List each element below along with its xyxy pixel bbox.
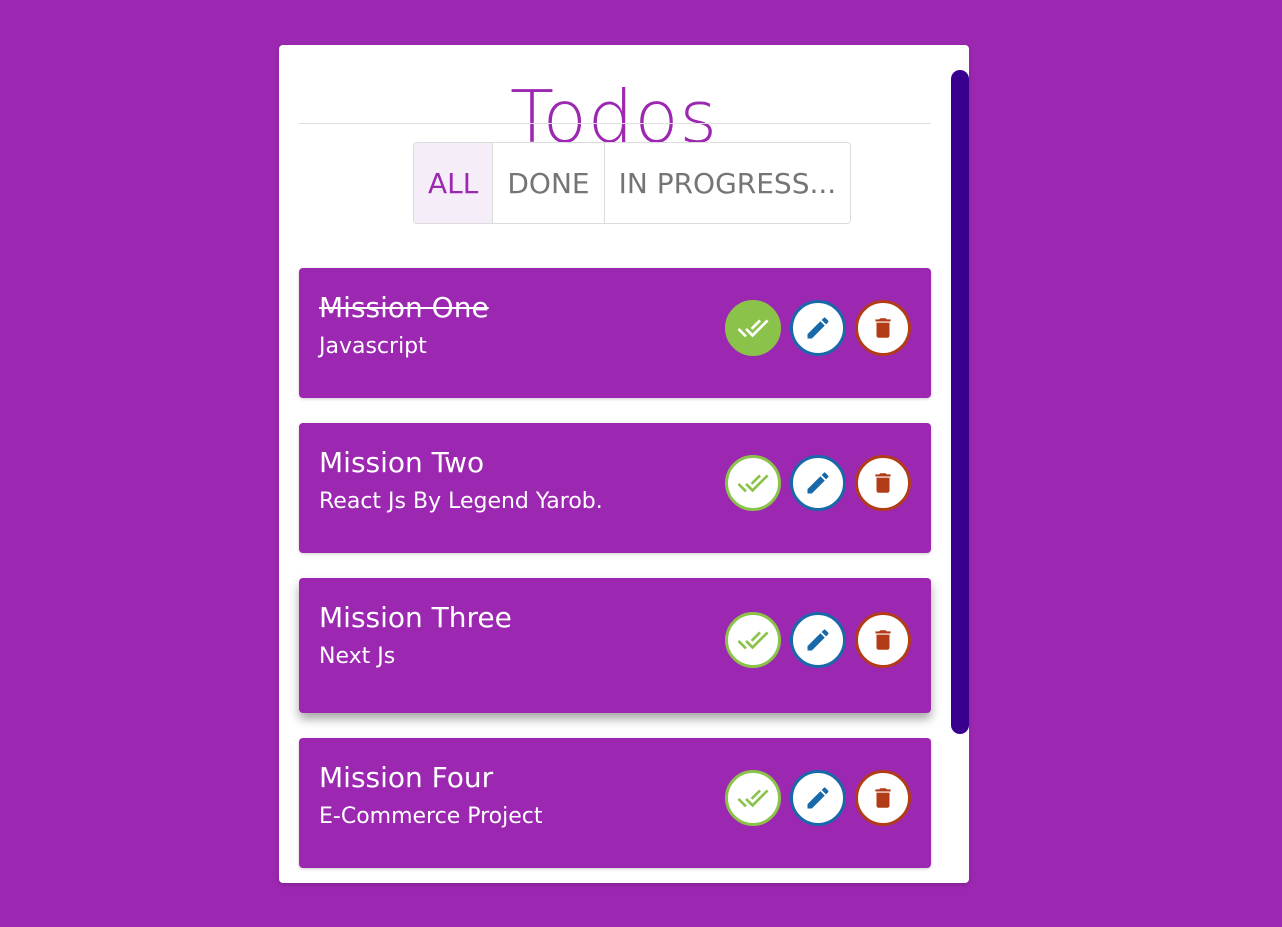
todo-title: Mission Four xyxy=(319,761,494,794)
todo-item: Mission Four E-Commerce Project xyxy=(299,738,931,868)
pencil-icon xyxy=(807,787,829,809)
edit-button[interactable] xyxy=(790,455,846,511)
todo-actions xyxy=(725,770,911,826)
delete-button[interactable] xyxy=(855,455,911,511)
done-all-icon xyxy=(737,631,769,650)
todo-actions xyxy=(725,612,911,668)
trash-icon xyxy=(875,318,891,338)
complete-button[interactable] xyxy=(725,455,781,511)
todo-title: Mission One xyxy=(319,291,489,324)
todo-actions xyxy=(725,455,911,511)
trash-icon xyxy=(875,788,891,808)
trash-icon xyxy=(875,630,891,650)
edit-button[interactable] xyxy=(790,300,846,356)
delete-button[interactable] xyxy=(855,300,911,356)
pencil-icon xyxy=(807,317,829,339)
todo-item: Mission One Javascript xyxy=(299,268,931,398)
todo-actions xyxy=(725,300,911,356)
filter-all-button[interactable]: ALL xyxy=(414,143,494,223)
done-all-icon xyxy=(737,474,769,493)
filter-in-progress-button[interactable]: IN PROGRESS... xyxy=(604,143,851,223)
edit-button[interactable] xyxy=(790,612,846,668)
filter-toggle-group: ALL DONE IN PROGRESS... xyxy=(413,142,852,224)
todo-title: Mission Two xyxy=(319,446,485,479)
todo-description: React Js By Legend Yarob. xyxy=(319,489,603,514)
pencil-icon xyxy=(807,629,829,651)
todo-description: E-Commerce Project xyxy=(319,804,543,829)
edit-button[interactable] xyxy=(790,770,846,826)
complete-button[interactable] xyxy=(725,300,781,356)
todo-card: Todos ALL DONE IN PROGRESS... Mission On… xyxy=(279,45,969,883)
todo-title: Mission Three xyxy=(319,601,512,634)
delete-button[interactable] xyxy=(855,770,911,826)
todo-item: Mission Three Next Js xyxy=(299,578,931,713)
todo-description: Javascript xyxy=(319,334,427,359)
scrollbar-thumb[interactable] xyxy=(951,70,969,734)
todo-description: Next Js xyxy=(319,644,396,669)
title-divider xyxy=(299,123,931,124)
delete-button[interactable] xyxy=(855,612,911,668)
todo-item: Mission Two React Js By Legend Yarob. xyxy=(299,423,931,553)
done-all-icon xyxy=(737,319,769,338)
complete-button[interactable] xyxy=(725,612,781,668)
trash-icon xyxy=(875,473,891,493)
filter-done-button[interactable]: DONE xyxy=(493,143,605,223)
complete-button[interactable] xyxy=(725,770,781,826)
pencil-icon xyxy=(807,472,829,494)
done-all-icon xyxy=(737,789,769,808)
